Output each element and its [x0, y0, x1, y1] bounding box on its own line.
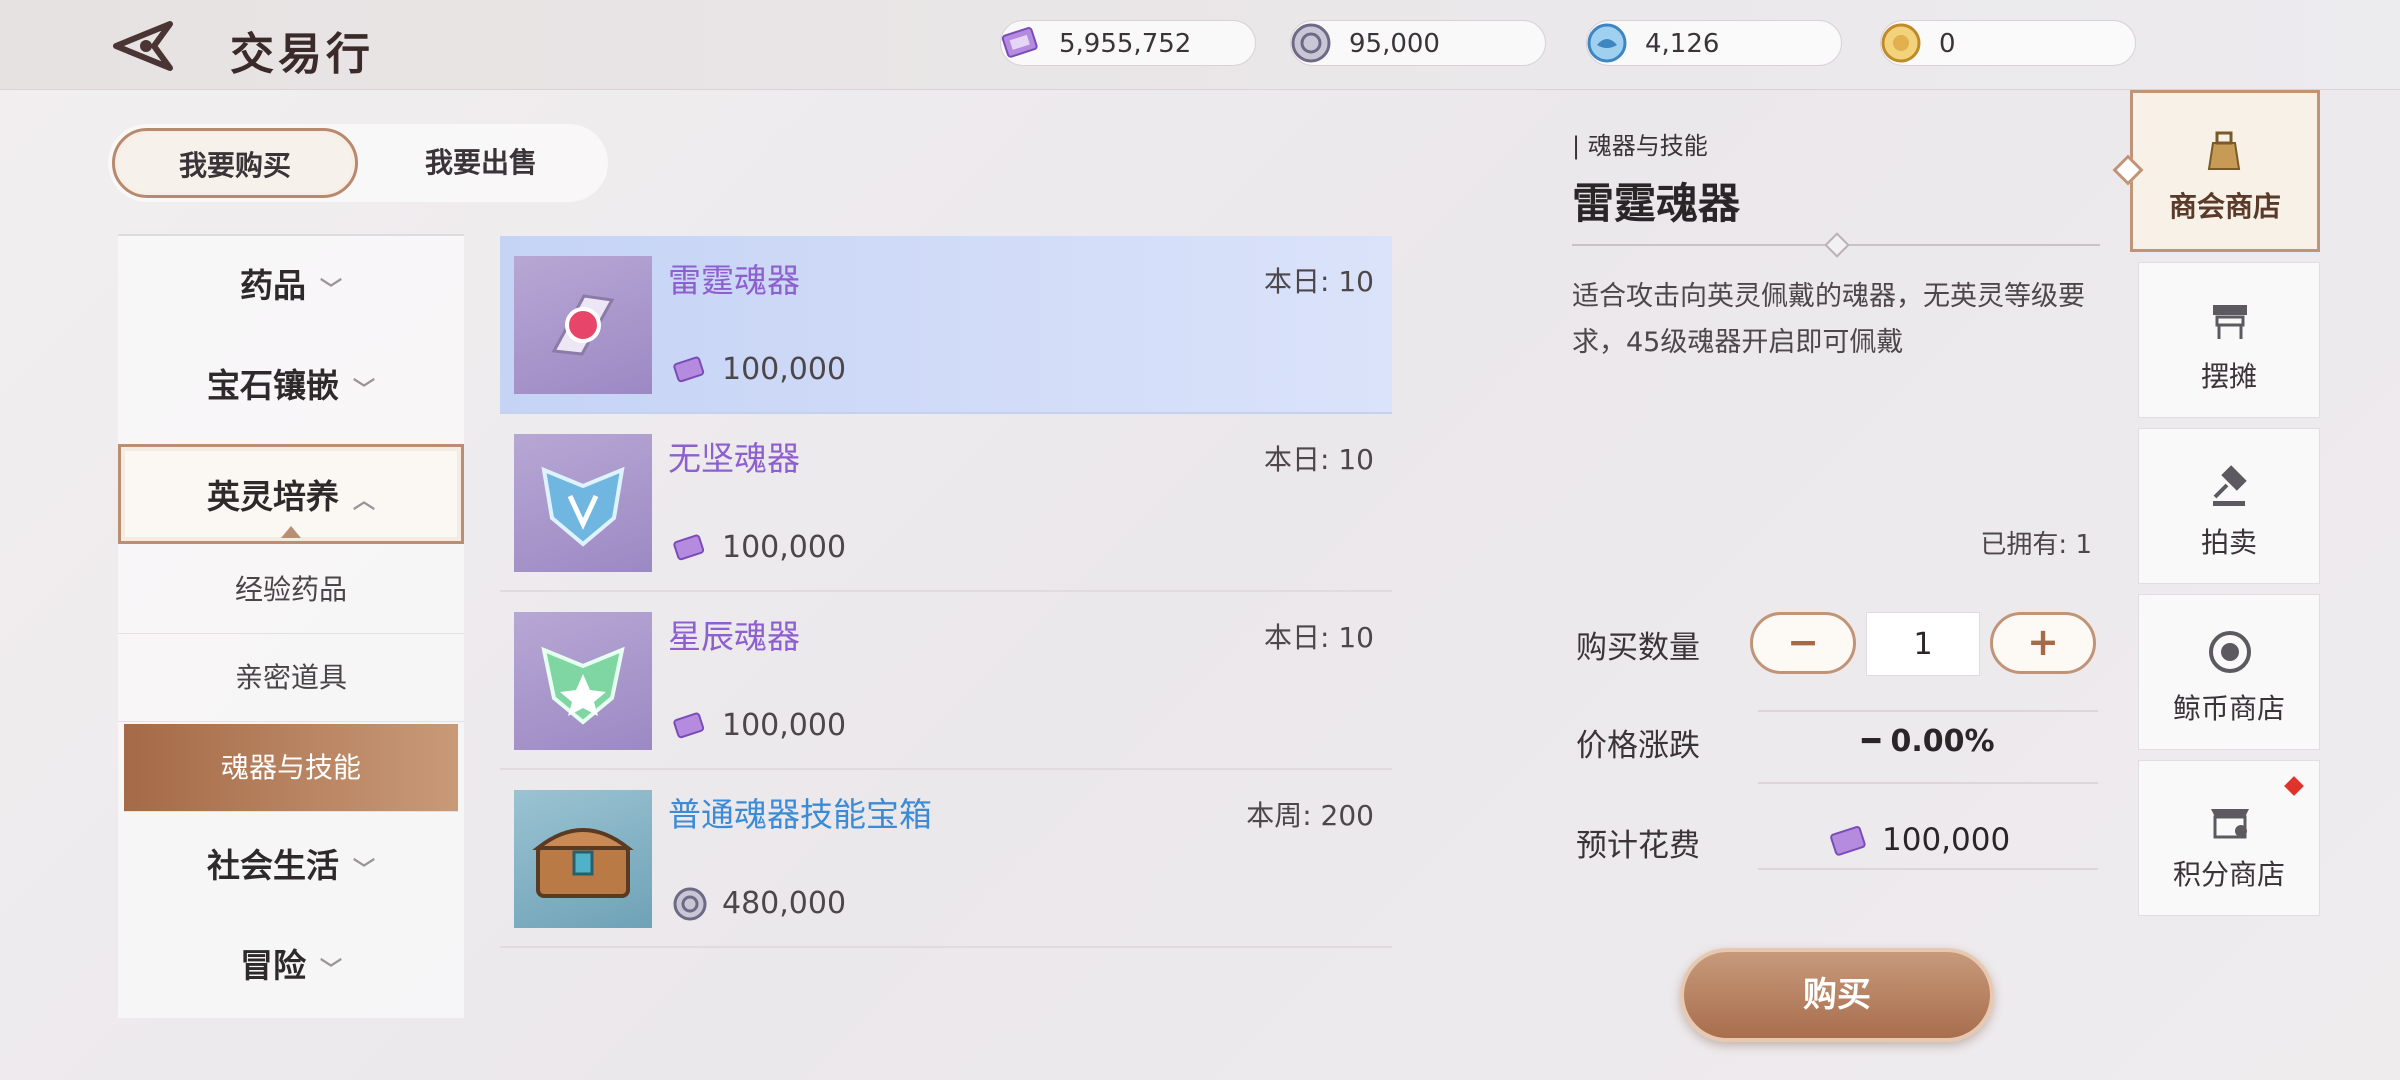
- price-change-value: ━ 0.00%: [1862, 724, 1995, 759]
- estimated-cost-value: 100,000: [1882, 822, 2011, 858]
- purple-ticket-icon: [673, 534, 705, 561]
- nav-label: 积分商店: [2172, 858, 2285, 891]
- category-gems[interactable]: 宝石镶嵌 ﹀: [118, 336, 464, 436]
- item-limit: 本日: 10: [1264, 265, 1374, 298]
- purple-ticket-icon: [1830, 825, 1866, 856]
- nav-stall[interactable]: 摆摊: [2138, 262, 2320, 418]
- diamond-ornament-icon: [1824, 232, 1850, 258]
- category-label: 药品: [239, 266, 306, 305]
- purple-ticket-icon: [1001, 27, 1038, 58]
- item-price: 100,000: [722, 530, 847, 565]
- divider: [1758, 782, 2098, 784]
- diamond-ornament-icon: [2112, 154, 2144, 186]
- estimated-cost-label: 预计花费: [1576, 828, 1700, 864]
- item-name: 星辰魂器: [668, 617, 800, 656]
- back-arrow-icon: [113, 21, 173, 71]
- subcategory-exp[interactable]: 经验药品: [118, 546, 464, 634]
- notification-badge: [2284, 776, 2304, 796]
- nav-auction[interactable]: 拍卖: [2138, 428, 2320, 584]
- stall-icon: [2213, 305, 2247, 339]
- pointer-icon: [281, 526, 301, 538]
- back-button[interactable]: [112, 18, 182, 74]
- subcategory-intimacy[interactable]: 亲密道具: [118, 634, 464, 722]
- nav-merchant-shop[interactable]: 商会商店: [2112, 90, 2320, 252]
- item-price: 100,000: [722, 352, 847, 387]
- silver-coin-icon: [1291, 23, 1331, 63]
- currency-whale[interactable]: 4,126: [1586, 20, 1842, 66]
- nav-label: 商会商店: [2168, 190, 2281, 223]
- quantity-label: 购买数量: [1576, 630, 1700, 666]
- price-change-label: 价格涨跌: [1576, 728, 1700, 764]
- list-item[interactable]: 普通魂器技能宝箱 本周: 200 480,000: [500, 770, 1392, 948]
- nav-label: 摆摊: [2200, 360, 2257, 393]
- star-soul-icon: [514, 612, 652, 750]
- chevron-down-icon: ﹀: [319, 958, 342, 983]
- nav-whale-coin-shop[interactable]: 鲸币商店: [2138, 594, 2320, 750]
- item-limit: 本日: 10: [1264, 443, 1374, 476]
- divider: [1758, 868, 2098, 870]
- nav-label: 拍卖: [2200, 526, 2257, 559]
- currency-value: 95,000: [1349, 29, 1440, 59]
- category-social[interactable]: 社会生活 ﹀: [118, 816, 464, 916]
- buy-button[interactable]: 购买: [1680, 948, 1994, 1042]
- buy-sell-tabs: 我要购买 我要出售: [108, 124, 608, 202]
- category-medicine[interactable]: 药品 ﹀: [118, 236, 464, 336]
- category-label: 社会生活: [206, 846, 339, 885]
- category-label: 宝石镶嵌: [206, 366, 339, 405]
- chevron-down-icon: ﹀: [352, 858, 375, 883]
- category-adventure[interactable]: 冒险 ﹀: [118, 916, 464, 1016]
- tab-buy[interactable]: 我要购买: [112, 128, 358, 198]
- top-bar: 交易行 5,955,752 95,000 4,126 0: [0, 0, 2400, 90]
- item-price: 480,000: [722, 886, 847, 921]
- quantity-field[interactable]: 1: [1866, 612, 1980, 676]
- divider: [1758, 710, 2098, 712]
- tab-sell[interactable]: 我要出售: [358, 128, 604, 198]
- currency-gold[interactable]: 0: [1880, 20, 2136, 66]
- item-name: 普通魂器技能宝箱: [668, 795, 932, 834]
- category-label: 冒险: [239, 946, 306, 985]
- currency-tickets[interactable]: 5,955,752: [1000, 20, 1256, 66]
- chevron-down-icon: ﹀: [352, 378, 375, 403]
- decrease-quantity-button[interactable]: −: [1750, 612, 1856, 674]
- category-label: 英灵培养: [206, 477, 339, 516]
- chevron-up-icon: ︿: [352, 489, 375, 514]
- list-item[interactable]: 星辰魂器 本日: 10 100,000: [500, 592, 1392, 770]
- item-limit: 本日: 10: [1264, 621, 1374, 654]
- item-name: 无坚魂器: [668, 439, 800, 478]
- gold-coin-icon: [1881, 23, 1921, 63]
- chevron-down-icon: ﹀: [319, 278, 342, 303]
- silver-coin-icon: [673, 887, 707, 921]
- page-title: 交易行: [230, 29, 374, 80]
- detail-category: | 魂器与技能: [1572, 132, 1708, 160]
- shield-soul-icon: [514, 434, 652, 572]
- item-limit: 本周: 200: [1246, 799, 1374, 832]
- nav-label: 鲸币商店: [2172, 692, 2285, 725]
- treasure-chest-icon: [514, 790, 652, 928]
- gavel-icon: [2213, 465, 2247, 506]
- detail-panel: | 魂器与技能 雷霆魂器 适合攻击向英灵佩戴的魂器，无英灵等级要求，45级魂器开…: [1572, 118, 2102, 1042]
- currency-silver[interactable]: 95,000: [1290, 20, 1546, 66]
- merchant-bag-icon: [2207, 131, 2241, 170]
- currency-value: 5,955,752: [1059, 29, 1192, 59]
- blue-whale-coin-icon: [1587, 23, 1627, 63]
- currency-value: 0: [1939, 29, 1956, 59]
- purple-ticket-icon: [673, 356, 705, 383]
- currency-value: 4,126: [1645, 29, 1720, 59]
- item-name: 雷霆魂器: [668, 261, 800, 300]
- item-price: 100,000: [722, 708, 847, 743]
- whale-coin-icon: [2209, 631, 2251, 673]
- owned-count: 已拥有: 1: [1980, 530, 2092, 560]
- shop-icon: [2211, 809, 2249, 839]
- nav-points-shop[interactable]: 积分商店: [2138, 760, 2320, 916]
- list-item[interactable]: 无坚魂器 本日: 10 100,000: [500, 414, 1392, 592]
- increase-quantity-button[interactable]: +: [1990, 612, 2096, 674]
- subcategory-soul[interactable]: 魂器与技能: [124, 724, 458, 812]
- detail-title: 雷霆魂器: [1572, 179, 1741, 228]
- thunder-soul-icon: [514, 256, 652, 394]
- list-item[interactable]: 雷霆魂器 本日: 10 100,000: [500, 236, 1392, 414]
- purple-ticket-icon: [673, 712, 705, 739]
- detail-description: 适合攻击向英灵佩戴的魂器，无英灵等级要求，45级魂器开启即可佩戴: [1572, 281, 2085, 358]
- category-sidebar: 药品 ﹀ 宝石镶嵌 ﹀ 英灵培养 ︿ 经验药品 亲密道具 魂器与技能 社会生活 ﹀ 冒险…: [118, 234, 464, 1018]
